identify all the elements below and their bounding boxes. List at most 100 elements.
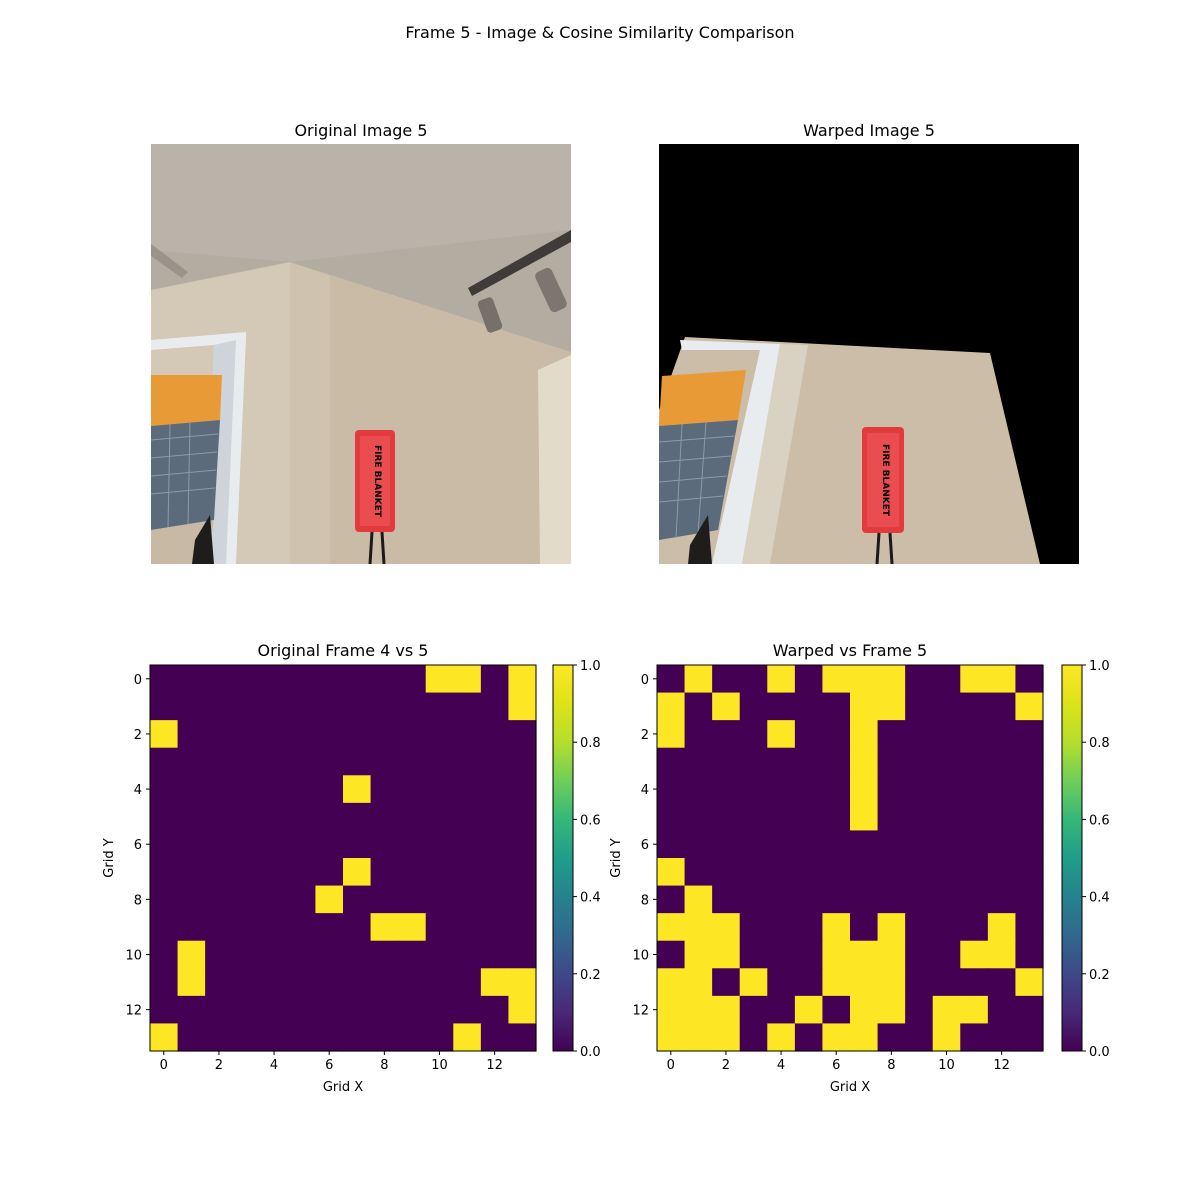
- x-tick-label: 8: [380, 1058, 388, 1073]
- heatmap-cell-r5-c10: [425, 802, 454, 832]
- heatmap-cell-r0-c0: [657, 665, 686, 694]
- y-tick-label: 0: [641, 673, 649, 688]
- heatmap-cell-r8-c2: [205, 885, 234, 914]
- heatmap-cell-r10-c7: [850, 940, 879, 969]
- heatmap-cell-r6-c0: [150, 830, 179, 859]
- heatmap-cell-r0-c12: [987, 665, 1017, 694]
- heatmap-cell-r7-c0: [657, 858, 686, 887]
- heatmap-cell-r9-c13: [1015, 913, 1044, 942]
- heatmap-cell-r13-c13: [1015, 1023, 1044, 1052]
- heatmap-cell-r11-c8: [370, 968, 399, 997]
- heatmap-cell-r7-c2: [712, 858, 741, 887]
- heatmap-cell-r12-c6: [315, 995, 344, 1025]
- heatmap-cell-r7-c5: [794, 858, 824, 887]
- x-tick-label: 4: [777, 1058, 785, 1073]
- heatmap-cell-r0-c13: [1015, 665, 1044, 694]
- heatmap-cell-r5-c12: [987, 802, 1017, 832]
- heatmap-cell-r11-c11: [453, 968, 482, 997]
- heatmap-cell-r0-c6: [315, 665, 344, 694]
- heatmap-cell-r8-c13: [508, 885, 537, 914]
- heatmap-cell-r8-c5: [794, 885, 824, 914]
- heatmap-cell-r4-c8: [877, 775, 906, 804]
- heatmap-cell-r10-c9: [905, 940, 934, 969]
- heatmap-cell-r4-c11: [960, 775, 989, 804]
- heatmap-cell-r8-c12: [480, 885, 510, 914]
- heatmap-cell-r7-c4: [767, 858, 796, 887]
- heatmap-cell-r3-c3: [232, 747, 261, 776]
- y-tick-label: 0: [134, 673, 142, 688]
- heatmap-original-title: Original Frame 4 vs 5: [258, 641, 429, 660]
- y-tick-label: 4: [641, 783, 649, 798]
- heatmap-cell-r8-c0: [150, 885, 179, 914]
- heatmap-cell-r2-c9: [905, 720, 934, 749]
- heatmap-cell-r11-c5: [794, 968, 824, 997]
- heatmap-cell-r3-c2: [205, 747, 234, 776]
- heatmap-cell-r13-c1: [177, 1023, 206, 1052]
- heatmap-cell-r8-c11: [453, 885, 482, 914]
- heatmap-cell-r12-c7: [343, 995, 372, 1025]
- original-image: FIRE BLANKET: [151, 144, 571, 564]
- heatmap-cell-r1-c4: [260, 692, 289, 721]
- heatmap-cell-r12-c12: [480, 995, 510, 1025]
- heatmap-cell-r0-c11: [960, 665, 989, 694]
- heatmap-cell-r3-c9: [905, 747, 934, 776]
- heatmap-cell-r8-c6: [822, 885, 851, 914]
- heatmap-cell-r3-c0: [657, 747, 686, 776]
- heatmap-cell-r9-c3: [232, 913, 261, 942]
- heatmap-cell-r13-c11: [960, 1023, 989, 1052]
- heatmap-cell-r11-c0: [657, 968, 686, 997]
- heatmap-cell-r7-c13: [1015, 858, 1044, 887]
- heatmap-cell-r11-c10: [932, 968, 961, 997]
- heatmap-cell-r1-c10: [425, 692, 454, 721]
- heatmap-cell-r12-c8: [877, 995, 906, 1025]
- heatmap-cell-r9-c0: [657, 913, 686, 942]
- heatmap-cell-r5-c11: [960, 802, 989, 832]
- heatmap-cell-r6-c1: [177, 830, 206, 859]
- heatmap-cell-r6-c1: [684, 830, 713, 859]
- heatmap-cell-r7-c3: [739, 858, 768, 887]
- figure: Frame 5 - Image & Cosine Similarity Comp…: [102, 23, 1110, 1095]
- heatmap-cell-r12-c5: [287, 995, 317, 1025]
- heatmap-cell-r1-c1: [177, 692, 206, 721]
- heatmap-cell-r12-c10: [932, 995, 961, 1025]
- heatmap-cell-r8-c5: [287, 885, 317, 914]
- heatmap-cell-r11-c1: [684, 968, 713, 997]
- heatmap-cell-r11-c3: [739, 968, 768, 997]
- warped-strap-2: [888, 532, 894, 564]
- heatmap-cell-r8-c10: [932, 885, 961, 914]
- y-tick-label: 8: [134, 893, 142, 908]
- heatmap-cell-r13-c10: [932, 1023, 961, 1052]
- y-tick-label: 6: [641, 838, 649, 853]
- colorbar-tick-label: 0.2: [580, 968, 601, 983]
- heatmap-cell-r3-c10: [425, 747, 454, 776]
- heatmap-cell-r8-c7: [850, 885, 879, 914]
- heatmap-cell-r7-c11: [453, 858, 482, 887]
- y-tick-label: 6: [134, 838, 142, 853]
- heatmap-cell-r4-c9: [905, 775, 934, 804]
- y-tick-label: 4: [134, 783, 142, 798]
- heatmap-cell-r13-c7: [343, 1023, 372, 1052]
- heatmap-cell-r8-c12: [987, 885, 1017, 914]
- heatmap-cell-r8-c4: [767, 885, 796, 914]
- colorbar-tick-label: 0.2: [1089, 968, 1110, 983]
- heatmap-original-ylabel: Grid Y: [102, 838, 117, 877]
- colorbar-tick-label: 0.4: [580, 891, 601, 906]
- heatmap-cell-r5-c6: [822, 802, 851, 832]
- heatmap-cell-r4-c0: [657, 775, 686, 804]
- heatmap-cell-r12-c4: [260, 995, 289, 1025]
- heatmap-original: Original Frame 4 vs 5 0 2 4 6 8 10 12 0 2 4 6 8 10 1…: [102, 641, 601, 1095]
- heatmap-cell-r4-c7: [343, 775, 372, 804]
- heatmap-cell-r9-c4: [260, 913, 289, 942]
- heatmap-cell-r13-c12: [987, 1023, 1017, 1052]
- heatmap-cell-r5-c13: [508, 802, 537, 832]
- colorbar-warped-ticks: 0.0 0.2 0.4 0.6 0.8 1.0: [1082, 659, 1110, 1060]
- heatmap-cell-r10-c12: [987, 940, 1017, 969]
- heatmap-cell-r11-c1: [177, 968, 206, 997]
- heatmap-cell-r4-c0: [150, 775, 179, 804]
- heatmap-cell-r11-c4: [767, 968, 796, 997]
- heatmap-cell-r13-c4: [260, 1023, 289, 1052]
- heatmap-cell-r4-c3: [232, 775, 261, 804]
- heatmap-cell-r4-c1: [177, 775, 206, 804]
- figure-suptitle: Frame 5 - Image & Cosine Similarity Comp…: [405, 23, 794, 42]
- heatmap-cell-r3-c7: [850, 747, 879, 776]
